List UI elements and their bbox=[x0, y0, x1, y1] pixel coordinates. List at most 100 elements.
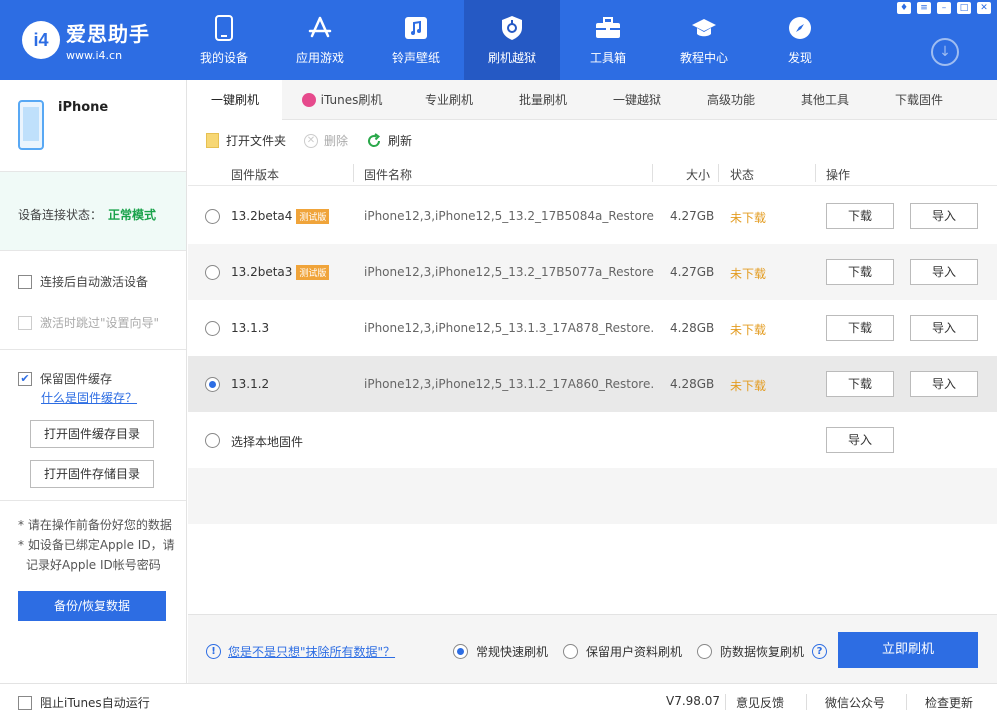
import-button[interactable]: 导入 bbox=[910, 203, 978, 229]
import-button[interactable]: 导入 bbox=[910, 371, 978, 397]
mode-label: 保留用户资料刷机 bbox=[586, 645, 683, 659]
table-row[interactable]: 13.1.3 iPhone12,3,iPhone12,5_13.1.3_17A8… bbox=[188, 300, 997, 356]
tab-one-click-flash[interactable]: 一键刷机 bbox=[188, 80, 282, 121]
erase-data-link[interactable]: 您是不是只想"抹除所有数据"？ bbox=[228, 643, 395, 660]
download-button[interactable]: 下载 bbox=[826, 259, 894, 285]
download-manager-icon[interactable]: ↓ bbox=[931, 38, 959, 66]
flash-options-bar: ! 您是不是只想"抹除所有数据"？ 常规快速刷机 保留用户资料刷机 防数据恢复刷… bbox=[188, 614, 997, 683]
auto-activate-checkbox[interactable] bbox=[18, 274, 32, 289]
keep-cache-label: 保留固件缓存 bbox=[40, 372, 113, 386]
music-icon bbox=[403, 15, 429, 41]
close-icon[interactable]: ✕ bbox=[977, 2, 991, 14]
delete-label: 删除 bbox=[324, 134, 349, 148]
local-firmware-row[interactable]: 选择本地固件 导入 bbox=[188, 412, 997, 468]
open-folder-button[interactable]: 打开文件夹 bbox=[206, 132, 286, 149]
auto-activate-label: 连接后自动激活设备 bbox=[40, 275, 149, 289]
import-button[interactable]: 导入 bbox=[910, 259, 978, 285]
mode-radio[interactable] bbox=[697, 644, 712, 659]
tab-itunes-flash[interactable]: iTunes刷机 bbox=[292, 80, 392, 120]
nav-label: 应用游戏 bbox=[295, 50, 344, 65]
local-firmware-label: 选择本地固件 bbox=[231, 435, 304, 449]
cache-options: ✔ 保留固件缓存 什么是固件缓存？ 打开固件缓存目录 打开固件存储目录 bbox=[0, 350, 186, 501]
skin-icon[interactable]: ♦ bbox=[897, 2, 911, 14]
note-line: * 请在操作前备份好您的数据 bbox=[18, 518, 172, 532]
check-update-link[interactable]: 检查更新 bbox=[925, 694, 973, 711]
table-row[interactable]: 13.2beta4 测试版 iPhone12,3,iPhone12,5_13.2_… bbox=[188, 188, 997, 244]
nav-tutorials[interactable]: 教程中心 bbox=[656, 0, 752, 80]
nav-apps[interactable]: 应用游戏 bbox=[272, 0, 368, 80]
mode-quick-flash[interactable]: 常规快速刷机 bbox=[453, 643, 548, 660]
mode-label: 防数据恢复刷机 bbox=[720, 645, 805, 659]
refresh-button[interactable]: 刷新 bbox=[366, 132, 412, 149]
flash-now-button[interactable]: 立即刷机 bbox=[838, 632, 978, 668]
toolbox-icon bbox=[595, 15, 621, 41]
mode-keep-data[interactable]: 保留用户资料刷机 bbox=[563, 643, 682, 660]
wechat-link[interactable]: 微信公众号 bbox=[825, 694, 885, 711]
tab-other-tools[interactable]: 其他工具 bbox=[778, 80, 872, 120]
auto-activate-option[interactable]: 连接后自动激活设备 bbox=[18, 273, 186, 290]
note-line: * 如设备已绑定Apple ID，请 bbox=[18, 538, 175, 552]
row-size: 4.28GB bbox=[670, 321, 715, 335]
open-folder-label: 打开文件夹 bbox=[226, 134, 287, 148]
row-radio[interactable] bbox=[205, 321, 220, 336]
backup-restore-button[interactable]: 备份/恢复数据 bbox=[18, 591, 166, 621]
mode-radio[interactable] bbox=[563, 644, 578, 659]
row-filename: iPhone12,3,iPhone12,5_13.1.3_17A878_Rest… bbox=[364, 321, 654, 335]
row-radio-selected[interactable] bbox=[205, 377, 220, 392]
local-import-button[interactable]: 导入 bbox=[826, 427, 894, 453]
what-is-cache-link[interactable]: 什么是固件缓存？ bbox=[41, 391, 137, 405]
device-phone-icon bbox=[18, 100, 44, 150]
feedback-link[interactable]: 意见反馈 bbox=[736, 694, 784, 711]
conn-label: 设备连接状态： bbox=[18, 208, 103, 222]
block-itunes-option[interactable]: 阻止iTunes自动运行 bbox=[18, 694, 150, 711]
tab-download-firmware[interactable]: 下载固件 bbox=[872, 80, 966, 120]
row-version: 13.1.3 bbox=[231, 321, 270, 335]
tab-one-click-jailbreak[interactable]: 一键越狱 bbox=[590, 80, 684, 120]
row-radio[interactable] bbox=[205, 265, 220, 280]
tab-advanced[interactable]: 高级功能 bbox=[684, 80, 778, 120]
keep-cache-checkbox[interactable]: ✔ bbox=[18, 371, 32, 386]
nav-flash-jailbreak[interactable]: 刷机越狱 bbox=[464, 0, 560, 80]
nav-label: 工具箱 bbox=[589, 50, 626, 65]
device-name: iPhone bbox=[58, 100, 109, 115]
table-row-selected[interactable]: 13.1.2 iPhone12,3,iPhone12,5_13.1.2_17A8… bbox=[188, 356, 997, 412]
block-itunes-label: 阻止iTunes自动运行 bbox=[40, 696, 150, 710]
open-store-dir-button[interactable]: 打开固件存储目录 bbox=[30, 460, 154, 488]
skip-setup-label: 激活时跳过"设置向导" bbox=[40, 316, 160, 330]
backup-notes: * 请在操作前备份好您的数据 * 如设备已绑定Apple ID，请 记录好App… bbox=[0, 501, 186, 575]
empty-row bbox=[188, 468, 997, 524]
help-icon[interactable]: ? bbox=[812, 644, 828, 659]
maximize-icon[interactable]: □ bbox=[957, 2, 971, 14]
row-radio[interactable] bbox=[205, 433, 220, 448]
nav-toolbox[interactable]: 工具箱 bbox=[560, 0, 656, 80]
download-button[interactable]: 下载 bbox=[826, 203, 894, 229]
row-size: 4.27GB bbox=[670, 209, 715, 223]
row-radio[interactable] bbox=[205, 209, 220, 224]
download-button[interactable]: 下载 bbox=[826, 371, 894, 397]
row-version: 13.2beta4 bbox=[231, 209, 293, 223]
menu-icon[interactable]: ≡ bbox=[917, 2, 931, 14]
nav-discover[interactable]: 发现 bbox=[752, 0, 848, 80]
erase-data-hint[interactable]: ! 您是不是只想"抹除所有数据"？ bbox=[206, 643, 395, 660]
activation-options: 连接后自动激活设备 激活时跳过"设置向导" bbox=[0, 251, 186, 350]
mode-label: 常规快速刷机 bbox=[476, 645, 549, 659]
import-button[interactable]: 导入 bbox=[910, 315, 978, 341]
tab-batch-flash[interactable]: 批量刷机 bbox=[496, 80, 590, 120]
open-cache-dir-button[interactable]: 打开固件缓存目录 bbox=[30, 420, 154, 448]
main-content: 一键刷机 iTunes刷机 专业刷机 批量刷机 一键越狱 高级功能 其他工具 下… bbox=[188, 80, 997, 683]
nav-my-device[interactable]: 我的设备 bbox=[176, 0, 272, 80]
connection-status: 设备连接状态： 正常模式 bbox=[0, 172, 186, 251]
nav-ringtones[interactable]: 铃声壁纸 bbox=[368, 0, 464, 80]
tab-bar: 一键刷机 iTunes刷机 专业刷机 批量刷机 一键越狱 高级功能 其他工具 下… bbox=[188, 80, 997, 121]
app-logo: i4 爱思助手 www.i4.cn bbox=[22, 18, 150, 62]
mode-radio-selected[interactable] bbox=[453, 644, 468, 659]
table-row[interactable]: 13.2beta3 测试版 iPhone12,3,iPhone12,5_13.2_… bbox=[188, 244, 997, 300]
beta-badge: 测试版 bbox=[296, 209, 330, 224]
block-itunes-checkbox[interactable] bbox=[18, 695, 32, 710]
tab-pro-flash[interactable]: 专业刷机 bbox=[402, 80, 496, 120]
keep-cache-option[interactable]: ✔ 保留固件缓存 bbox=[18, 370, 186, 387]
col-size: 大小 bbox=[686, 168, 711, 182]
minimize-icon[interactable]: – bbox=[937, 2, 951, 14]
download-button[interactable]: 下载 bbox=[826, 315, 894, 341]
mode-anti-recovery[interactable]: 防数据恢复刷机 ? bbox=[697, 643, 828, 660]
